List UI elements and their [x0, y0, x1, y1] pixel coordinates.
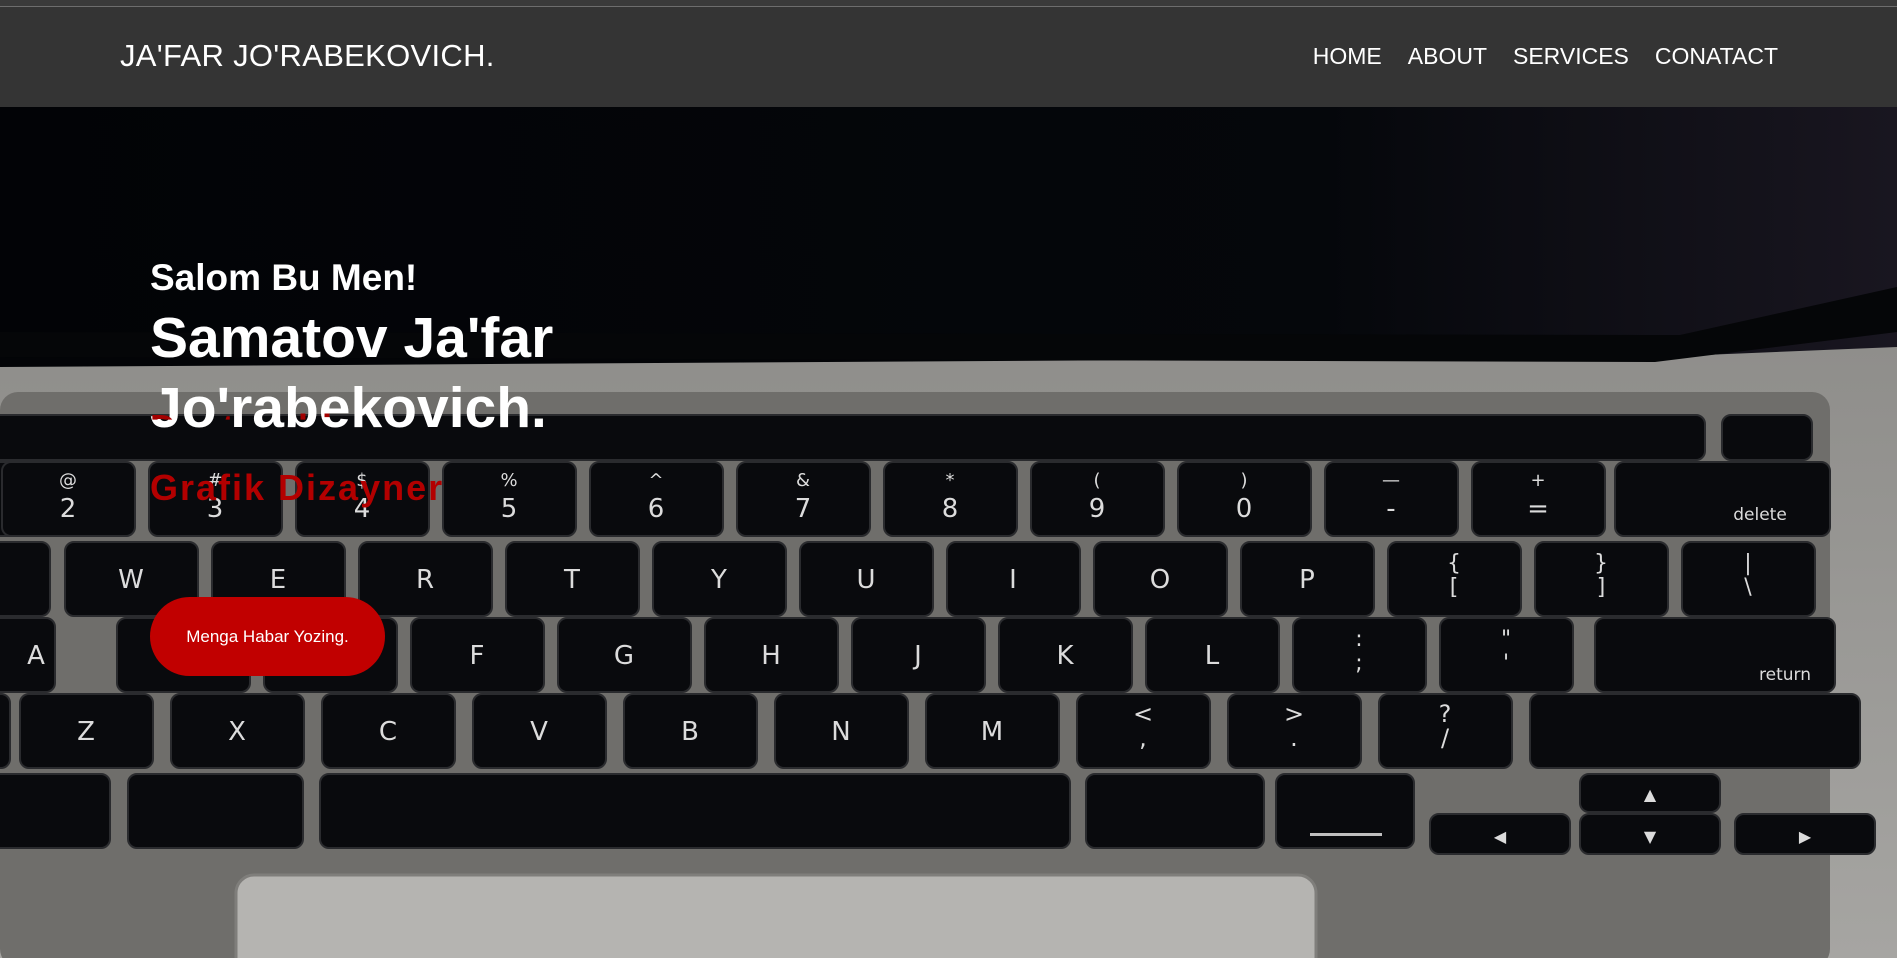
- key-label: M: [981, 717, 1003, 747]
- key-label: K: [1056, 641, 1074, 671]
- key-label-top: ): [1240, 470, 1247, 491]
- hero-section: @2 #3 $4% 5 ^ 6 & 7 * 8(9) 0— - + = delete W E R T Y U I O P{[}…: [0, 107, 1897, 958]
- key-label: 5: [501, 494, 518, 524]
- key-delete: [1614, 461, 1831, 537]
- key-label-arrow-up: ▲: [1644, 785, 1657, 804]
- key-command-right: [1085, 773, 1265, 849]
- key-label-top: +: [1530, 470, 1545, 491]
- key-option-left: [0, 773, 111, 849]
- key-label-top: :: [1355, 627, 1362, 652]
- key-label: 7: [795, 494, 812, 524]
- key-label: -: [1386, 494, 1395, 524]
- key-label: ,: [1139, 724, 1147, 752]
- trackpad: [234, 873, 1318, 958]
- navbar: JA'FAR JO'RABEKOVICH. HOME ABOUT SERVICE…: [0, 7, 1897, 107]
- key-label-top: }: [1594, 551, 1608, 576]
- key-label: V: [530, 717, 548, 747]
- key-label: J: [912, 641, 922, 671]
- key-label: N: [831, 717, 850, 747]
- key-label: [: [1450, 575, 1459, 600]
- nav-services[interactable]: SERVICES: [1513, 43, 1629, 70]
- hero-rotating-role: Grafik Dizayner: [150, 467, 445, 508]
- key-label: A: [27, 641, 45, 671]
- brand-logo-text[interactable]: JA'FAR JO'RABEKOVICH.: [120, 38, 495, 74]
- key-label: L: [1205, 641, 1220, 671]
- key-label: P: [1299, 565, 1315, 595]
- key-power: [1721, 414, 1813, 461]
- key-label: =: [1527, 494, 1549, 524]
- key-label: F: [470, 641, 485, 671]
- key-label: 8: [942, 494, 959, 524]
- key-label: T: [563, 565, 580, 595]
- key-label: X: [228, 717, 246, 747]
- nav-home[interactable]: HOME: [1313, 43, 1382, 70]
- key-label: H: [761, 641, 781, 671]
- key-label-delete: delete: [1733, 505, 1787, 525]
- key-label: C: [379, 717, 397, 747]
- key-label: .: [1290, 724, 1298, 752]
- key-label: W: [118, 565, 144, 595]
- window-top-strip: [0, 0, 1897, 7]
- key-space: [319, 773, 1071, 849]
- key-label: R: [416, 565, 434, 595]
- hero-name-line1: Samatov Ja'far: [150, 306, 554, 370]
- key-label-arrow-right: ▶: [1799, 827, 1812, 846]
- key-label-arrow-down: ▼: [1644, 827, 1657, 846]
- key-option-mark: [1310, 833, 1382, 836]
- key-label: 2: [60, 494, 77, 524]
- key-label: 6: [648, 494, 665, 524]
- key-label-top: *: [946, 470, 955, 491]
- hero-name: Samatov Ja'far Jo'rabekovich.: [150, 303, 553, 443]
- key-label: G: [614, 641, 634, 671]
- key-label-top: ^: [648, 470, 663, 491]
- key-label: Y: [710, 565, 727, 595]
- key-label: E: [270, 565, 286, 595]
- key-label-top: (: [1093, 470, 1100, 491]
- nav-contact[interactable]: CONATACT: [1655, 43, 1778, 70]
- key-label-top: |: [1744, 551, 1751, 576]
- key-label: Z: [77, 717, 95, 747]
- key-label: \: [1744, 575, 1752, 600]
- key-label: U: [856, 565, 875, 595]
- key-label-return: return: [1759, 665, 1811, 685]
- key-label: 9: [1089, 494, 1106, 524]
- key-label: O: [1150, 565, 1170, 595]
- key-shift-right: [1529, 693, 1861, 769]
- nav-about[interactable]: ABOUT: [1408, 43, 1487, 70]
- key-label-arrow-left: ◀: [1494, 827, 1507, 846]
- key-option-right: [1275, 773, 1415, 849]
- key-shift-left: [0, 693, 11, 769]
- key-label-top: @: [59, 470, 77, 491]
- key-label-top: —: [1382, 470, 1400, 491]
- key-label: ': [1503, 651, 1509, 676]
- hero-greeting: Salom Bu Men!: [150, 257, 418, 298]
- key-label: B: [681, 717, 699, 747]
- laptop-keyboard-background-image: @2#3$4%5^6&7*8(9)0—-+= deleteW E R T Y U I O P{[}…: [0, 107, 1897, 958]
- key-label-top: ": [1501, 627, 1511, 652]
- key-label-top: %: [500, 470, 517, 491]
- key-label: 0: [1236, 494, 1253, 524]
- key-command-left: [127, 773, 304, 849]
- key-label: ;: [1355, 651, 1362, 676]
- main-nav: HOME ABOUT SERVICES CONATACT: [1313, 43, 1778, 70]
- key-label: /: [1441, 724, 1450, 752]
- key-label-top: {: [1447, 551, 1461, 576]
- key-label: I: [1009, 565, 1017, 595]
- key-tab: [0, 541, 51, 617]
- key-label: ]: [1597, 575, 1606, 600]
- contact-me-button[interactable]: Menga Habar Yozing.: [150, 597, 385, 676]
- key-label-top: &: [796, 470, 810, 491]
